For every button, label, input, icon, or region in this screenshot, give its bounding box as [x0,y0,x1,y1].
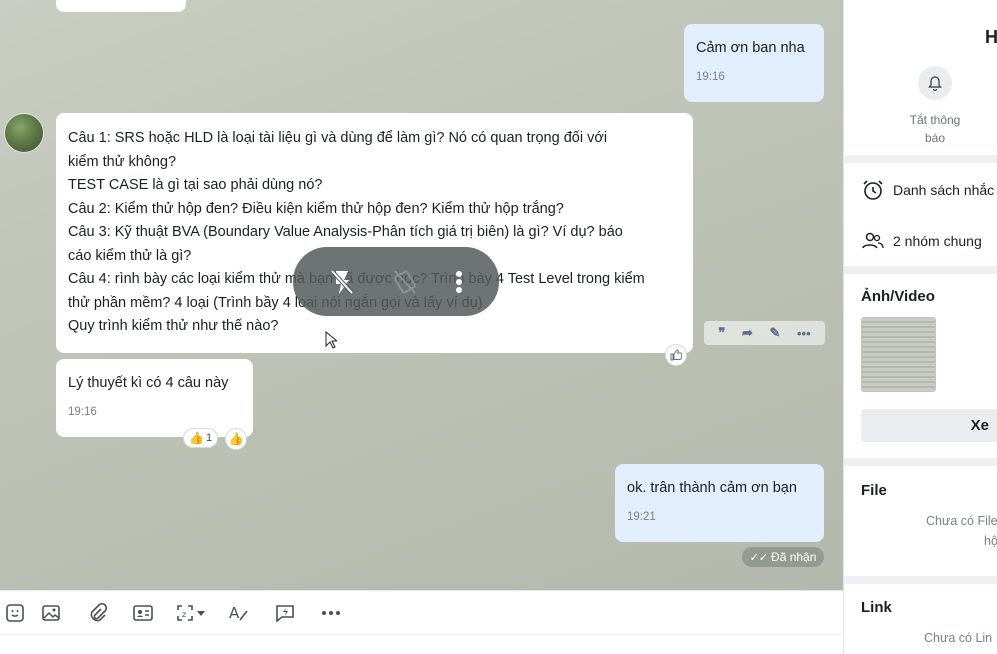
screenshot-button[interactable]: z [166,597,216,629]
avatar[interactable] [4,113,44,153]
section-divider [844,266,997,274]
file-empty-text-2: hộ [984,534,997,548]
message-time: 19:21 [627,510,656,523]
message-outgoing-thanks[interactable]: Cảm ơn ban nha 19:16 [684,24,824,102]
lightning-chat-icon [276,604,294,623]
previous-message-bubble [56,0,186,12]
common-groups-item[interactable]: 2 nhóm chung [861,230,982,252]
message-line: Câu 3: Kỹ thuật BVA (Boundary Value Anal… [68,224,623,240]
file-section-title: File [861,482,887,499]
message-time: 19:16 [696,70,725,83]
flash-off-icon[interactable] [327,267,357,297]
reminder-list-item[interactable]: Danh sách nhắc [861,178,994,202]
reminder-list-label: Danh sách nhắc [893,182,995,198]
media-thumbnail[interactable] [861,317,936,392]
floating-video-controls [293,247,499,316]
bell-icon [928,76,942,91]
contact-card-button[interactable] [120,597,166,629]
sticker-icon [6,603,24,622]
chevron-down-icon[interactable] [195,607,207,619]
mouse-cursor-icon [325,331,337,349]
media-section-title: Ảnh/Video [861,288,935,305]
section-divider [844,576,997,584]
chat-pane: Cảm ơn ban nha 19:16 Câu 1: SRS hoặc HLD… [0,0,843,590]
message-line: Câu 1: SRS hoặc HLD là loại tài liệu gì … [68,130,608,146]
more-options-button[interactable] [308,597,354,629]
info-header-section: H Tắt thông báo [844,0,997,155]
contact-card-icon [133,604,153,621]
delivery-status-badge: ✓✓ Đã nhận [742,547,824,567]
more-vertical-icon[interactable] [453,267,465,297]
more-horizontal-icon [322,610,340,615]
double-check-icon: ✓✓ [749,551,769,564]
message-text: Cảm ơn ban nha [696,40,805,56]
more-icon[interactable]: ••• [797,326,811,341]
conversation-info-panel: H Tắt thông báo Danh sách nhắc 2 nhóm ch… [843,0,997,654]
panel-title: H [985,27,997,47]
mute-notifications-button[interactable] [918,66,952,100]
delivery-status-text: Đã nhận [771,550,817,564]
rotate-off-icon[interactable] [390,267,420,297]
text-format-icon: A [229,604,248,622]
mute-notifications-label: Tắt thông báo [898,111,972,147]
section-divider [844,155,997,163]
link-section-title: Link [861,599,892,616]
message-text: Lý thuyết kì có 4 câu này [68,375,229,391]
edit-icon[interactable]: ✎ [769,325,780,341]
section-divider [844,458,997,466]
mute-label-line: Tắt thông [909,113,961,127]
view-all-label: Xe [970,417,989,434]
message-text: ok. trân thành cảm ơn bạn [627,480,797,496]
text-format-button[interactable]: A [216,597,262,629]
message-time: 19:16 [68,405,97,418]
alarm-clock-icon [863,180,883,200]
message-line: Câu 2: Kiểm thử hộp đen? Điều kiện kiểm … [68,200,564,217]
svg-text:A: A [229,604,240,622]
mute-label-line: báo [924,131,946,145]
view-all-media-button[interactable]: Xe [861,409,997,442]
thumbs-up-emoji-icon: 👍 [189,431,204,445]
quick-message-button[interactable] [262,597,308,629]
sticker-button[interactable] [2,597,28,629]
image-button[interactable] [28,597,74,629]
add-reaction-button[interactable]: 👍 [225,428,247,450]
paperclip-icon [90,602,107,621]
message-hover-actions: ❞ ➦ ✎ ••• [704,321,825,345]
svg-text:z: z [182,610,186,619]
screenshot-icon: z [177,604,193,621]
message-line: TEST CASE là gì tại sao phải dùng nó? [68,177,323,193]
like-reaction-button[interactable] [665,344,687,366]
link-empty-text: Chưa có Lin [924,631,993,645]
reaction-summary[interactable]: 👍 1 [183,428,219,448]
message-line: Quy trình kiểm thử như thế nào? [68,318,279,334]
message-incoming-questions[interactable]: Câu 1: SRS hoặc HLD là loại tài liệu gì … [56,113,693,353]
thumbs-up-icon [670,349,682,361]
thumbs-up-emoji-icon: 👍 [228,432,244,446]
message-outgoing-ok[interactable]: ok. trân thành cảm ơn bạn 19:21 [615,464,824,542]
reaction-count: 1 [205,432,213,444]
common-groups-label: 2 nhóm chung [893,233,982,249]
quote-icon[interactable]: ❞ [718,325,725,341]
message-incoming-theory[interactable]: Lý thuyết kì có 4 câu này 19:16 [56,359,253,437]
message-input[interactable] [0,634,843,654]
forward-icon[interactable]: ➦ [742,325,753,341]
message-line: kiểm thử không? [68,153,177,170]
group-users-icon [862,232,884,249]
file-empty-text: Chưa có File [926,514,997,528]
image-icon [42,604,60,621]
attach-file-button[interactable] [74,597,120,629]
composer-toolbar: z A [0,590,843,634]
